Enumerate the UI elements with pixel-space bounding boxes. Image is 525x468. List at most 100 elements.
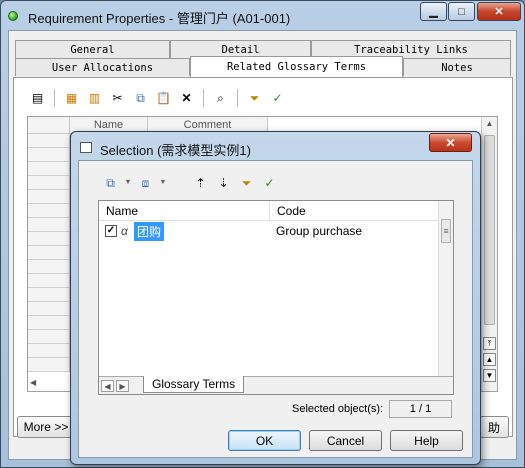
app-icon bbox=[8, 11, 18, 21]
item-checkbox[interactable]: ✓ bbox=[105, 225, 117, 237]
column-header-code[interactable]: Code bbox=[270, 201, 440, 221]
delete-icon[interactable]: ✕ bbox=[177, 88, 196, 107]
row-header[interactable] bbox=[28, 288, 70, 302]
tab-scroll-right-icon[interactable]: ▶ bbox=[116, 380, 129, 392]
selection-list: Name Code ✓ α 团购 Group purchase ≡ ◀ ▶ Gl… bbox=[98, 200, 454, 395]
scroll-up-icon[interactable]: ▲ bbox=[484, 119, 495, 131]
window-title: Requirement Properties - 管理门户 (A01-001) bbox=[28, 11, 291, 26]
tab-label: Notes bbox=[441, 61, 473, 74]
scroll-left-icon[interactable]: ◀ bbox=[30, 378, 40, 388]
row-header[interactable] bbox=[28, 330, 70, 344]
filter-check-icon[interactable]: ✓ bbox=[268, 88, 287, 107]
help-label: Help bbox=[414, 433, 439, 448]
move-up-icon[interactable]: ▲ bbox=[483, 353, 496, 366]
add-objects-icon[interactable]: ▦ bbox=[62, 88, 81, 107]
list-tab-bar: ◀ ▶ Glossary Terms bbox=[99, 376, 453, 394]
row-header[interactable] bbox=[28, 190, 70, 204]
move-top-icon[interactable]: ⤒ bbox=[483, 337, 496, 350]
tab-notes[interactable]: Notes bbox=[403, 58, 511, 76]
sort-ascending-icon[interactable]: ⇡ bbox=[191, 173, 210, 192]
filter-icon[interactable]: ⏷ bbox=[237, 173, 256, 192]
row-header[interactable] bbox=[28, 134, 70, 148]
list-item[interactable]: ✓ α 团购 Group purchase bbox=[99, 221, 439, 241]
move-down-icon[interactable]: ▼ bbox=[483, 369, 496, 382]
help-button[interactable]: Help bbox=[390, 430, 463, 451]
dialog-close-button[interactable]: ✕ bbox=[429, 133, 472, 152]
properties-icon[interactable]: ▤ bbox=[28, 88, 47, 107]
tab-label: General bbox=[70, 43, 115, 56]
dialog-window-icon bbox=[80, 142, 92, 153]
row-header[interactable] bbox=[28, 358, 70, 372]
grid-vertical-scrollbar[interactable]: ▲ ⤒ ▲ ▼ bbox=[481, 117, 497, 391]
selection-dialog: Selection (需求模型实例1) ✕ ⧉ ▼ ⧈ ▼ ⇡ ⇣ ⏷ ✓ Na… bbox=[70, 131, 481, 465]
tab-scroll-left-icon[interactable]: ◀ bbox=[101, 380, 114, 392]
item-code: Group purchase bbox=[276, 224, 363, 238]
column-label: Name bbox=[106, 203, 139, 218]
grid-toolbar: ▤ ▦ ▥ ✂ ⧉ 📋 ✕ ⌕ ⏷ ✓ bbox=[28, 88, 287, 107]
glossary-term-icon: α bbox=[121, 224, 128, 238]
dropdown-arrow-icon[interactable]: ▼ bbox=[159, 173, 167, 192]
row-header[interactable] bbox=[28, 246, 70, 260]
column-header-name[interactable]: Name bbox=[99, 201, 270, 221]
column-label: Comment bbox=[183, 119, 232, 131]
ok-label: OK bbox=[255, 433, 274, 448]
cancel-label: Cancel bbox=[326, 433, 365, 448]
maximize-icon: □ bbox=[458, 5, 465, 18]
toolbar-separator bbox=[54, 88, 55, 107]
more-button[interactable]: More >> bbox=[17, 416, 75, 438]
dialog-toolbar: ⧉ ▼ ⧈ ▼ ⇡ ⇣ ⏷ ✓ bbox=[101, 173, 279, 192]
cut-icon[interactable]: ✂ bbox=[108, 88, 127, 107]
find-icon[interactable]: ⌕ bbox=[211, 88, 230, 107]
list-vertical-scrollbar[interactable]: ≡ bbox=[438, 201, 453, 376]
row-header[interactable] bbox=[28, 274, 70, 288]
row-header[interactable] bbox=[28, 302, 70, 316]
tab-label: Related Glossary Terms bbox=[226, 61, 367, 73]
grid-corner bbox=[28, 117, 70, 134]
deselect-all-icon[interactable]: ⧈ bbox=[136, 173, 155, 192]
row-header[interactable] bbox=[28, 232, 70, 246]
select-all-icon[interactable]: ⧉ bbox=[101, 173, 120, 192]
close-icon: ✕ bbox=[445, 135, 456, 150]
copy-icon[interactable]: ⧉ bbox=[131, 88, 150, 107]
scrollbar-grip-icon[interactable]: ≡ bbox=[441, 219, 451, 243]
toolbar-separator bbox=[237, 88, 238, 107]
row-header[interactable] bbox=[28, 162, 70, 176]
help-button-partial[interactable]: 助 bbox=[479, 416, 509, 438]
close-button[interactable]: ✕ bbox=[477, 2, 521, 21]
filter-check-icon[interactable]: ✓ bbox=[260, 173, 279, 192]
tab-related-glossary-terms[interactable]: Related Glossary Terms bbox=[190, 56, 403, 77]
title-bar[interactable]: Requirement Properties - 管理门户 (A01-001) … bbox=[1, 1, 524, 29]
row-header[interactable] bbox=[28, 344, 70, 358]
maximize-button[interactable]: □ bbox=[448, 2, 475, 21]
scrollbar-thumb[interactable] bbox=[484, 135, 495, 325]
new-row-icon[interactable]: ▥ bbox=[85, 88, 104, 107]
column-label: Name bbox=[93, 119, 124, 131]
tab-label: Detail bbox=[221, 43, 260, 56]
row-header[interactable] bbox=[28, 218, 70, 232]
tab-glossary-terms[interactable]: Glossary Terms bbox=[143, 376, 245, 393]
dialog-title: Selection (需求模型实例1) bbox=[100, 143, 251, 158]
sort-descending-icon[interactable]: ⇣ bbox=[214, 173, 233, 192]
filter-icon[interactable]: ⏷ bbox=[245, 88, 264, 107]
tab-user-allocations[interactable]: User Allocations bbox=[15, 58, 190, 76]
help-partial-label: 助 bbox=[487, 420, 500, 435]
row-header[interactable] bbox=[28, 260, 70, 274]
toolbar-separator bbox=[203, 88, 204, 107]
selected-count-value: 1 / 1 bbox=[389, 400, 452, 418]
column-label: Code bbox=[277, 203, 306, 218]
row-header[interactable] bbox=[28, 148, 70, 162]
dropdown-arrow-icon[interactable]: ▼ bbox=[124, 173, 132, 192]
more-label: More >> bbox=[23, 420, 69, 434]
tab-general[interactable]: General bbox=[15, 40, 170, 58]
row-header[interactable] bbox=[28, 316, 70, 330]
row-header[interactable] bbox=[28, 204, 70, 218]
tab-label: Glossary Terms bbox=[152, 377, 236, 391]
ok-button[interactable]: OK bbox=[228, 430, 301, 451]
cancel-button[interactable]: Cancel bbox=[309, 430, 382, 451]
row-header[interactable] bbox=[28, 176, 70, 190]
paste-icon[interactable]: 📋 bbox=[154, 88, 173, 107]
minimize-button[interactable]: ▁ bbox=[420, 2, 447, 21]
tab-label: User Allocations bbox=[51, 61, 154, 74]
selected-count-label: Selected object(s): bbox=[292, 403, 384, 415]
